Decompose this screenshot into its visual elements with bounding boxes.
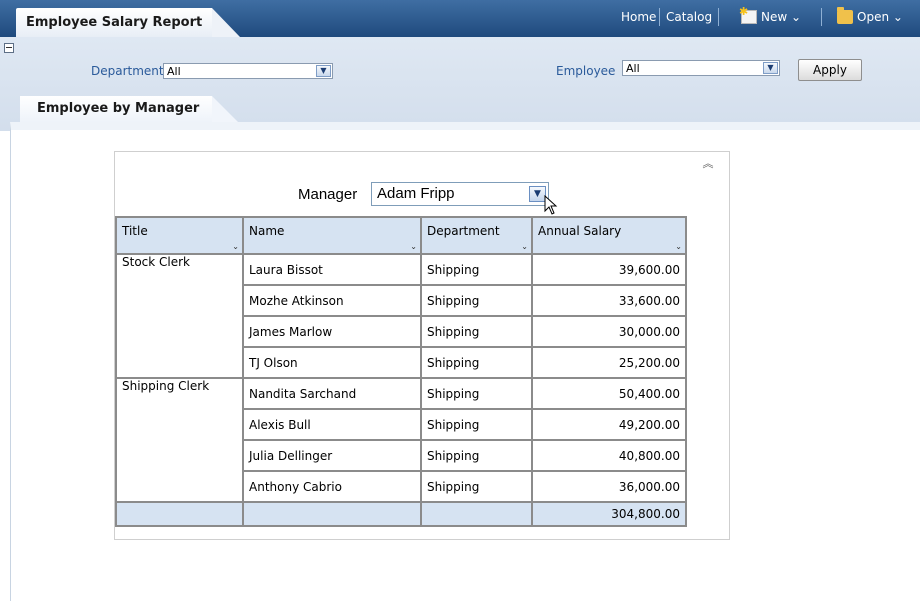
salary-cell: 40,800.00 [531, 439, 687, 472]
employee-select[interactable]: All ▼ [622, 60, 780, 76]
total-empty-cell [420, 501, 533, 527]
department-select[interactable]: All ▼ [163, 63, 333, 79]
catalog-link[interactable]: Catalog [666, 10, 712, 24]
employee-value: All [626, 62, 640, 75]
manager-select[interactable]: Adam Fripp ▼ [371, 182, 549, 206]
salary-cell: 30,000.00 [531, 315, 687, 348]
department-cell: Shipping [420, 408, 533, 441]
salary-table: Title ⌄ Name ⌄ Department ⌄ Annual Salary ⌄ … [115, 216, 687, 527]
table-row: Shipping Clerk Nandita Sarchand Shipping… [115, 377, 687, 503]
column-name-label: Name [249, 224, 285, 238]
department-cell: Shipping [420, 315, 533, 348]
name-cell: James Marlow [242, 315, 422, 348]
nav-separator [821, 8, 822, 26]
column-title-label: Title [122, 224, 148, 238]
tab-employee-by-manager[interactable]: Employee by Manager [20, 96, 238, 122]
home-link[interactable]: Home [621, 10, 656, 24]
chevron-down-icon: ⌄ [791, 10, 802, 24]
total-empty-cell [115, 501, 244, 527]
department-cell: Shipping [420, 284, 533, 317]
title-cell: Stock Clerk [115, 253, 244, 379]
global-header: Employee Salary Report Home Catalog New … [0, 0, 920, 37]
name-cell: Laura Bissot [242, 253, 422, 286]
name-cell: TJ Olson [242, 346, 422, 379]
column-salary-label: Annual Salary [538, 224, 622, 238]
employee-label: Employee [556, 64, 616, 78]
title-cell: Shipping Clerk [115, 377, 244, 503]
new-menu[interactable]: New ⌄ [761, 10, 801, 24]
name-cell: Alexis Bull [242, 408, 422, 441]
double-chevron-up-icon[interactable]: ︽ [701, 157, 715, 171]
department-cell: Shipping [420, 377, 533, 410]
collapse-prompts-icon[interactable] [4, 43, 14, 53]
salary-cell: 50,400.00 [531, 377, 687, 410]
new-document-icon[interactable] [739, 5, 757, 24]
department-cell: Shipping [420, 470, 533, 503]
column-department-label: Department [427, 224, 500, 238]
new-menu-label: New [761, 10, 788, 24]
chevron-down-icon[interactable]: ▼ [763, 62, 778, 74]
nav-separator [659, 8, 660, 26]
salary-cell: 36,000.00 [531, 470, 687, 503]
name-cell: Anthony Cabrio [242, 470, 422, 503]
report-title: Employee Salary Report [26, 15, 203, 30]
manager-value: Adam Fripp [377, 185, 455, 202]
salary-cell: 25,200.00 [531, 346, 687, 379]
manager-label: Manager [298, 186, 358, 203]
salary-cell: 39,600.00 [531, 253, 687, 286]
name-cell: Nandita Sarchand [242, 377, 422, 410]
salary-cell: 49,200.00 [531, 408, 687, 441]
chevron-down-icon: ⌄ [892, 10, 903, 24]
chevron-down-icon[interactable]: ⌄ [410, 242, 417, 251]
open-menu[interactable]: Open ⌄ [857, 10, 903, 24]
folder-icon[interactable] [837, 7, 853, 24]
column-header-name[interactable]: Name ⌄ [242, 216, 422, 255]
chevron-down-icon[interactable]: ⌄ [521, 242, 528, 251]
grand-total-row: 304,800.00 [115, 501, 687, 527]
column-header-title[interactable]: Title ⌄ [115, 216, 244, 255]
chevron-down-icon[interactable]: ⌄ [675, 242, 682, 251]
department-cell: Shipping [420, 439, 533, 472]
mouse-pointer-icon [544, 194, 558, 215]
chevron-down-icon[interactable]: ⌄ [232, 242, 239, 251]
name-cell: Julia Dellinger [242, 439, 422, 472]
department-cell: Shipping [420, 346, 533, 379]
column-header-department[interactable]: Department ⌄ [420, 216, 533, 255]
tab-label: Employee by Manager [37, 101, 200, 116]
open-menu-label: Open [857, 10, 890, 24]
salary-cell: 33,600.00 [531, 284, 687, 317]
chevron-down-icon[interactable]: ▼ [316, 65, 331, 77]
report-tab[interactable]: Employee Salary Report [16, 8, 240, 37]
department-value: All [167, 65, 181, 78]
table-row: Stock Clerk Laura Bissot Shipping 39,600… [115, 253, 687, 379]
table-header-row: Title ⌄ Name ⌄ Department ⌄ Annual Salary ⌄ [115, 216, 687, 255]
apply-button[interactable]: Apply [798, 59, 862, 81]
total-empty-cell [242, 501, 422, 527]
department-label: Department [91, 64, 164, 78]
column-header-salary[interactable]: Annual Salary ⌄ [531, 216, 687, 255]
nav-separator [718, 8, 719, 26]
department-cell: Shipping [420, 253, 533, 286]
grand-total-value: 304,800.00 [531, 501, 687, 527]
name-cell: Mozhe Atkinson [242, 284, 422, 317]
